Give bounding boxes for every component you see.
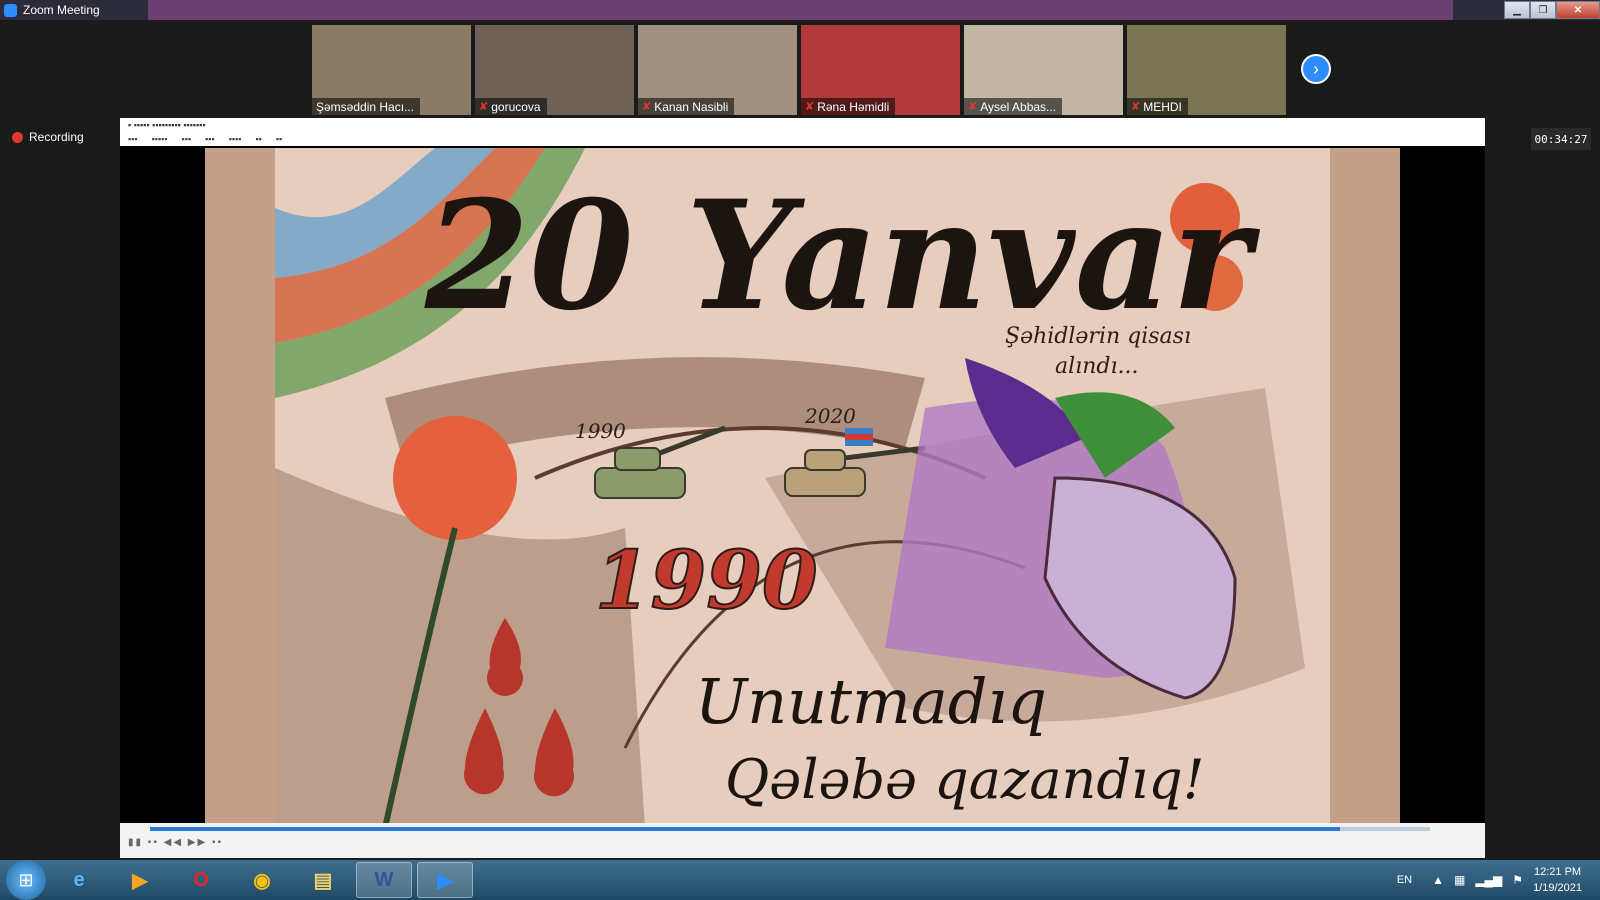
- system-tray: EN ▲ ▦ ▂▄▆ ⚑ 12:21 PM 1/19/2021: [1397, 860, 1600, 900]
- recording-label: Recording: [29, 130, 84, 144]
- recording-indicator[interactable]: Recording: [12, 130, 84, 144]
- participant-name-label: ✘ Aysel Abbas...: [964, 98, 1063, 115]
- media-player-taskbar-button[interactable]: ▶: [112, 862, 168, 898]
- participant-strip: Şəmsəddin Hacı... ✘ gorucova ✘ Kanan Nasibli…: [312, 25, 1286, 115]
- opera-taskbar-button[interactable]: O: [173, 862, 229, 898]
- participant-name-label: ✘ Kanan Nasibli: [638, 98, 735, 115]
- drawing-headline: 20 Yanvar: [424, 168, 1261, 344]
- clock-time: 12:21 PM: [1533, 866, 1582, 878]
- drawing-subtitle-1: Şəhidlərin qisası: [1005, 324, 1191, 349]
- restore-button[interactable]: ❐: [1530, 1, 1556, 19]
- minimize-button[interactable]: ▁: [1504, 1, 1530, 19]
- participant-name: Şəmsəddin Hacı...: [316, 99, 415, 114]
- shared-window-titlebar: ▪ ▪▪▪▪▪ ▪▪▪▪▪▪▪▪▪ ▪▪▪▪▪▪▪: [120, 118, 1485, 132]
- slogan-line-1: Unutmadıq: [695, 665, 1047, 738]
- file-explorer-taskbar-button[interactable]: ▤: [295, 862, 351, 898]
- action-center-flag-icon[interactable]: ⚑: [1512, 873, 1523, 887]
- show-hidden-icons-icon[interactable]: ▲: [1432, 873, 1444, 887]
- participant-name-label: ✘ gorucova: [475, 98, 547, 115]
- word-taskbar-button[interactable]: W: [356, 862, 412, 898]
- participant-tile[interactable]: ✘ Aysel Abbas...: [964, 25, 1123, 115]
- participant-tile[interactable]: ✘ MEHDI: [1127, 25, 1286, 115]
- media-player-controls: ▮▮ ▪▪ ◀◀ ▶▶ ▪▪: [120, 823, 1485, 858]
- participant-tile[interactable]: Şəmsəddin Hacı...: [312, 25, 471, 115]
- zoom-icon: ▶: [437, 869, 453, 892]
- muted-mic-icon: ✘: [642, 101, 652, 113]
- zoom-taskbar-button[interactable]: ▶: [417, 862, 473, 898]
- participant-name-label: ✘ MEHDI: [1127, 98, 1188, 115]
- network-icon[interactable]: ▦: [1454, 873, 1465, 887]
- year-left-label: 1990: [575, 419, 626, 443]
- participant-tile[interactable]: ✘ Kanan Nasibli: [638, 25, 797, 115]
- participant-tile[interactable]: ✘ gorucova: [475, 25, 634, 115]
- drawing-artwork: 20 Yanvar Şəhidlərin qisası alındı... 19…: [205, 148, 1400, 828]
- taskbar-clock[interactable]: 12:21 PM 1/19/2021: [1533, 864, 1582, 896]
- window-controls: ▁ ❐ ✕: [1504, 0, 1600, 20]
- player-buttons[interactable]: ▮▮ ▪▪ ◀◀ ▶▶ ▪▪: [128, 837, 223, 848]
- signal-icon[interactable]: ▂▄▆: [1475, 873, 1502, 887]
- chevron-right-icon: ›: [1313, 58, 1319, 79]
- zoom-app-icon: [4, 3, 17, 17]
- internet-explorer-taskbar-button[interactable]: e: [51, 862, 107, 898]
- participant-name: Kanan Nasibli: [654, 99, 729, 114]
- participant-name-label: ✘ Rəna Həmidli: [801, 98, 896, 115]
- internet-explorer-icon: e: [73, 868, 85, 891]
- windows-logo-icon: ⊞: [18, 869, 34, 890]
- title-bar: Zoom Meeting ▁ ❐ ✕: [0, 0, 1600, 20]
- participant-name: gorucova: [491, 99, 541, 114]
- slogan-line-2: Qələbə qazandıq!: [725, 748, 1204, 811]
- record-dot-icon: [12, 131, 23, 143]
- muted-mic-icon: ✘: [479, 101, 489, 113]
- meeting-timer: 00:34:27: [1531, 128, 1591, 150]
- participant-name: Rəna Həmidli: [817, 99, 890, 114]
- participant-name: MEHDI: [1143, 99, 1182, 114]
- file-explorer-icon: ▤: [313, 869, 333, 892]
- chrome-taskbar-button[interactable]: ◉: [234, 862, 290, 898]
- participant-tile[interactable]: ✘ Rəna Həmidli: [801, 25, 960, 115]
- clock-date: 1/19/2021: [1533, 882, 1582, 894]
- participant-name: Aysel Abbas...: [980, 99, 1057, 114]
- muted-mic-icon: ✘: [1131, 101, 1141, 113]
- next-page-button[interactable]: ›: [1301, 54, 1331, 84]
- year-center-label: 1990: [595, 533, 818, 627]
- shared-screen: ▪ ▪▪▪▪▪ ▪▪▪▪▪▪▪▪▪ ▪▪▪▪▪▪▪ ▪▪▪ ▪▪▪▪▪ ▪▪▪ ▪▪▪…: [120, 118, 1485, 858]
- word-icon: W: [374, 868, 394, 891]
- child-drawing: 20 Yanvar Şəhidlərin qisası alındı... 19…: [205, 148, 1400, 828]
- taskbar-apps: e ▶ O ◉ ▤ W ▶: [46, 862, 473, 898]
- muted-mic-icon: ✘: [805, 101, 815, 113]
- playback-progress-bar[interactable]: [150, 827, 1430, 831]
- opera-icon: O: [193, 868, 209, 891]
- close-button[interactable]: ✕: [1556, 1, 1600, 19]
- window-title: Zoom Meeting: [23, 3, 100, 17]
- playback-progress-fill: [150, 827, 1341, 831]
- participant-name-label: Şəmsəddin Hacı...: [312, 98, 421, 115]
- language-indicator[interactable]: EN: [1397, 874, 1412, 886]
- drawing-subtitle-2: alındı...: [1055, 354, 1138, 379]
- taskbar: ⊞ e ▶ O ◉ ▤ W ▶ EN ▲ ▦ ▂▄▆ ⚑ 12:21 PM 1/19/202…: [0, 860, 1600, 900]
- media-player-icon: ▶: [132, 869, 148, 892]
- shared-window-menubar: ▪▪▪ ▪▪▪▪▪ ▪▪▪ ▪▪▪ ▪▪▪▪ ▪▪ ▪▪: [120, 132, 1485, 146]
- start-button[interactable]: ⊞: [6, 860, 46, 900]
- year-right-label: 2020: [804, 404, 856, 428]
- chrome-icon: ◉: [253, 869, 271, 892]
- muted-mic-icon: ✘: [968, 101, 978, 113]
- screen-share-banner[interactable]: [148, 0, 1453, 20]
